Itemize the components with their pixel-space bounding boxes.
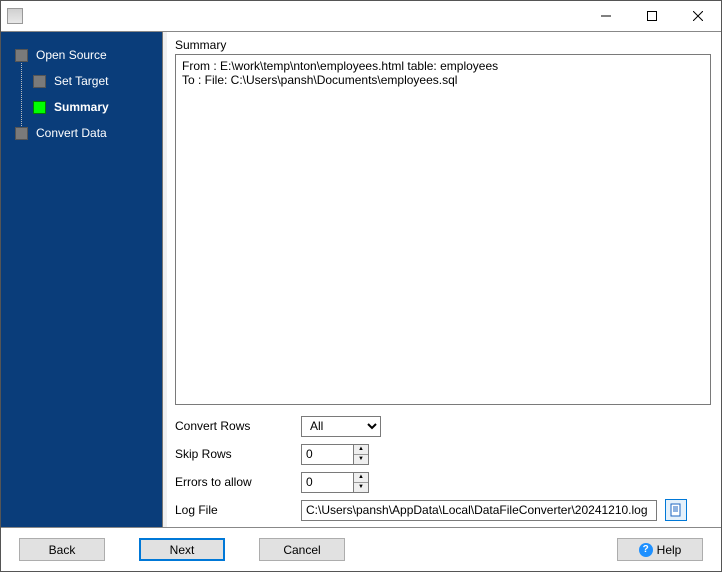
maximize-button[interactable] (629, 1, 675, 31)
errors-input[interactable] (301, 472, 353, 493)
next-button[interactable]: Next (139, 538, 225, 561)
app-icon (7, 8, 23, 24)
step-summary[interactable]: Summary (1, 94, 162, 120)
logfile-input[interactable] (301, 500, 657, 521)
help-icon: ? (639, 543, 653, 557)
convert-rows-label: Convert Rows (175, 419, 301, 433)
skip-rows-down[interactable]: ▼ (354, 455, 368, 464)
step-box-icon (33, 75, 46, 88)
step-label: Summary (54, 100, 109, 114)
wizard-footer: Back Next Cancel ? Help (1, 527, 721, 571)
step-box-icon (15, 49, 28, 62)
help-label: Help (657, 543, 682, 557)
errors-label: Errors to allow (175, 475, 301, 489)
minimize-button[interactable] (583, 1, 629, 31)
back-button[interactable]: Back (19, 538, 105, 561)
browse-logfile-button[interactable] (665, 499, 687, 521)
summary-textarea[interactable]: From : E:\work\temp\nton\employees.html … (175, 54, 711, 405)
skip-rows-label: Skip Rows (175, 447, 301, 461)
help-button[interactable]: ? Help (617, 538, 703, 561)
back-label: Back (49, 543, 76, 557)
step-box-icon (15, 127, 28, 140)
step-box-icon (33, 101, 46, 114)
titlebar (1, 1, 721, 31)
document-icon (669, 503, 683, 517)
step-open-source[interactable]: Open Source (1, 42, 162, 68)
wizard-sidebar: Open Source Set Target Summary Convert D… (1, 32, 163, 527)
next-label: Next (170, 543, 195, 557)
summary-label: Summary (175, 38, 711, 52)
step-label: Set Target (54, 74, 108, 88)
convert-rows-select[interactable]: All (301, 416, 381, 437)
step-label: Open Source (36, 48, 107, 62)
logfile-label: Log File (175, 503, 301, 517)
skip-rows-up[interactable]: ▲ (354, 445, 368, 455)
errors-down[interactable]: ▼ (354, 483, 368, 492)
close-button[interactable] (675, 1, 721, 31)
cancel-label: Cancel (283, 543, 320, 557)
skip-rows-input[interactable] (301, 444, 353, 465)
step-convert-data[interactable]: Convert Data (1, 120, 162, 146)
main-panel: Summary From : E:\work\temp\nton\employe… (167, 32, 721, 527)
cancel-button[interactable]: Cancel (259, 538, 345, 561)
errors-up[interactable]: ▲ (354, 473, 368, 483)
step-label: Convert Data (36, 126, 107, 140)
step-set-target[interactable]: Set Target (1, 68, 162, 94)
